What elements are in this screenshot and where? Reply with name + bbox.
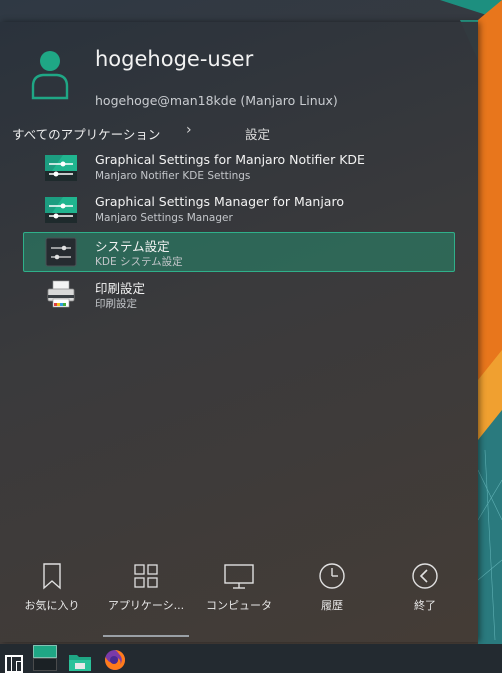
user-host: hogehoge@man18kde (Manjaro Linux) <box>95 93 338 108</box>
tab-computer[interactable]: コンピュータ <box>193 562 285 622</box>
application-launcher: hogehoge-user hogehoge@man18kde (Manjaro… <box>0 22 478 642</box>
app-item-print-settings[interactable]: 印刷設定 印刷設定 <box>23 274 455 314</box>
user-avatar-icon[interactable] <box>30 48 70 100</box>
monitor-icon <box>224 564 254 589</box>
app-item-manjaro-notifier-settings[interactable]: Graphical Settings for Manjaro Notifier … <box>23 148 455 188</box>
tab-applications[interactable]: アプリケーシ... <box>100 562 192 622</box>
tab-favorites[interactable]: お気に入り <box>6 562 98 622</box>
pager-desktop-icon[interactable] <box>33 645 57 671</box>
clock-icon <box>319 563 345 589</box>
app-subtitle: KDE システム設定 <box>95 256 183 268</box>
app-title: Graphical Settings for Manjaro Notifier … <box>95 152 365 167</box>
app-title: システム設定 <box>95 239 170 254</box>
tab-label: アプリケーシ... <box>107 599 185 612</box>
app-title: 印刷設定 <box>95 281 146 296</box>
active-tab-indicator <box>103 635 189 637</box>
tab-history[interactable]: 履歴 <box>286 562 378 622</box>
user-name: hogehoge-user <box>95 47 254 71</box>
app-title: Graphical Settings Manager for Manjaro <box>95 194 344 209</box>
printer-icon <box>47 280 75 308</box>
tab-leave[interactable]: 終了 <box>379 562 471 622</box>
system-settings-icon <box>45 237 77 267</box>
app-subtitle: Manjaro Notifier KDE Settings <box>95 170 251 182</box>
breadcrumb-root[interactable]: すべてのアプリケーション <box>12 124 160 143</box>
manjaro-settings-icon <box>45 155 77 181</box>
app-subtitle: 印刷設定 <box>95 298 137 310</box>
firefox-icon[interactable] <box>104 647 126 673</box>
taskbar <box>0 644 502 673</box>
breadcrumb-current[interactable]: 設定 <box>245 124 270 143</box>
grid-icon <box>134 564 158 588</box>
launcher-tabs: お気に入り アプリケーシ... コンピュータ 履歴 終了 <box>0 562 478 622</box>
breadcrumb-separator-icon: › <box>186 122 192 138</box>
back-arrow-icon <box>412 563 438 589</box>
tab-label: 履歴 <box>321 599 343 612</box>
app-list: Graphical Settings for Manjaro Notifier … <box>23 148 455 316</box>
manjaro-settings-icon <box>45 197 77 223</box>
breadcrumb: すべてのアプリケーション › 設定 <box>12 122 472 142</box>
manjaro-menu-icon[interactable] <box>5 651 23 673</box>
file-manager-icon[interactable] <box>68 649 92 673</box>
tab-label: コンピュータ <box>206 599 272 612</box>
tab-label: お気に入り <box>24 599 80 612</box>
tab-label: 終了 <box>414 599 436 612</box>
bookmark-icon <box>43 563 61 590</box>
app-item-manjaro-settings-manager[interactable]: Graphical Settings Manager for Manjaro M… <box>23 190 455 230</box>
app-subtitle: Manjaro Settings Manager <box>95 212 233 224</box>
app-item-system-settings[interactable]: システム設定 KDE システム設定 <box>23 232 455 272</box>
